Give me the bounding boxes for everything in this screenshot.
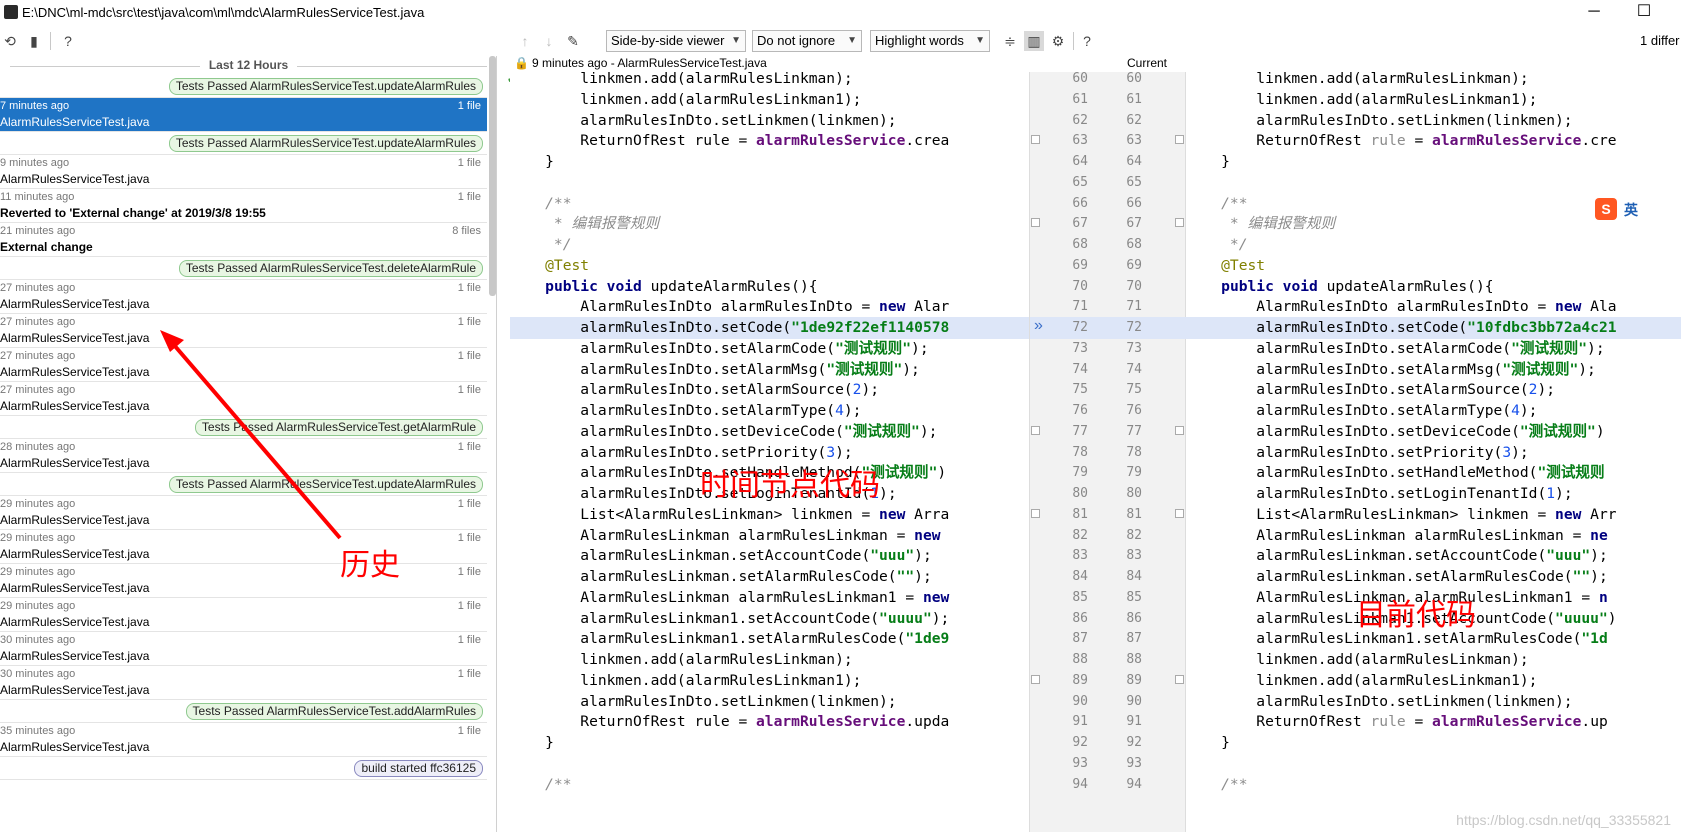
annotation-arrow xyxy=(160,330,342,540)
ime-language-label: 英 xyxy=(1624,202,1638,218)
annotation-past-code-label: 时间节点代码 xyxy=(700,468,880,503)
watermark: https://blog.csdn.net/qq_33355821 xyxy=(1456,812,1671,828)
annotation-current-code-label: 目前代码 xyxy=(1356,598,1476,633)
annotation-history-label: 历史 xyxy=(340,548,400,583)
sogou-icon: S xyxy=(1595,198,1617,220)
ime-toolbar[interactable]: S 英 xyxy=(1592,195,1681,223)
